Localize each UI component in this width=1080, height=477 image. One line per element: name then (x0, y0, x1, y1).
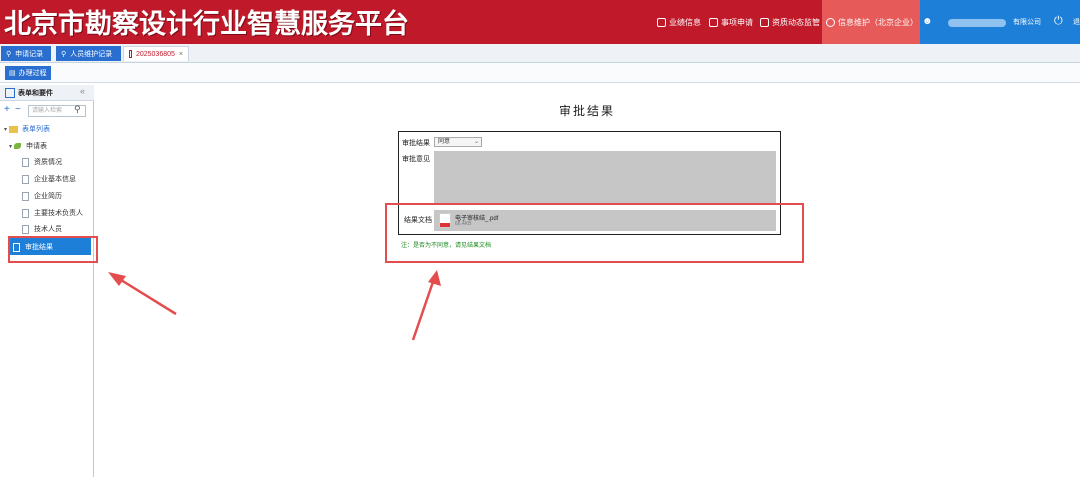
tree-item-tech-lead[interactable]: 主要技术负责人 (22, 208, 83, 218)
tree-item-label: 资质情况 (34, 159, 62, 166)
tree-item-company-history[interactable]: 企业简历 (22, 191, 62, 201)
user-icon[interactable]: ☻ (922, 16, 933, 28)
tree-item-technicians[interactable]: 技术人员 (22, 224, 62, 234)
person-search-icon: ⚲ (61, 50, 67, 58)
arrowhead-main (428, 270, 441, 286)
nav-info-maintenance[interactable]: 信息维护（北京企业） (826, 14, 918, 30)
tree-item-label: 技术人员 (34, 226, 62, 233)
tree-item-company-info[interactable]: 企业基本信息 (22, 174, 76, 184)
file-icon (22, 174, 29, 184)
list-icon (5, 88, 15, 98)
file-icon (22, 191, 29, 201)
collapse-icon[interactable]: « (80, 86, 85, 96)
close-icon[interactable]: × (179, 51, 183, 58)
result-label: 审批结果 (402, 140, 430, 147)
tree-item-qualification[interactable]: 资质情况 (22, 157, 62, 167)
nav-qualification-monitor[interactable]: 资质动态监管 (760, 14, 820, 30)
tab-apply-records[interactable]: ⚲ 申请记录 (1, 46, 51, 61)
result-select[interactable]: 同意 ⌄ (434, 137, 482, 147)
process-icon: ▤ (9, 70, 16, 77)
search-icon: ⚲ (6, 50, 12, 58)
edit-icon (709, 17, 718, 27)
sidebar-title: 表单和要件 (18, 90, 53, 97)
collapse-all-icon[interactable]: − (15, 104, 21, 115)
chevron-down-icon: ⌄ (473, 139, 479, 145)
nav-performance-label: 业绩信息 (669, 17, 701, 27)
nav-application-label: 事项申请 (721, 17, 753, 27)
tab-personnel-records-label: 人员维护记录 (70, 50, 113, 58)
caret-icon: ▾ (4, 126, 8, 133)
tree-root[interactable]: ▾ 表单列表 (4, 124, 50, 134)
tab-current-case[interactable]: 2025036805 × (123, 46, 189, 61)
opinion-textarea[interactable] (434, 151, 776, 205)
power-icon[interactable]: ⏻ (1054, 15, 1063, 28)
nav-qualification-monitor-label: 资质动态监管 (772, 17, 820, 27)
file-icon (22, 224, 29, 234)
user-name-redacted (948, 19, 1006, 27)
arrowhead-left (108, 272, 126, 286)
tab-personnel-records[interactable]: ⚲ 人员维护记录 (56, 46, 121, 61)
process-button[interactable]: ▤ 办理过程 (5, 66, 51, 80)
nav-performance[interactable]: 业绩信息 (657, 14, 701, 30)
magnifier-icon[interactable]: ⚲ (74, 104, 81, 115)
leaf-icon (14, 143, 22, 149)
monitor-icon (760, 17, 769, 27)
opinion-label: 审批意见 (402, 156, 430, 163)
eye-icon (657, 17, 666, 27)
toolbar (0, 63, 1080, 83)
caret-icon: ▾ (9, 143, 13, 150)
document-icon (129, 50, 132, 58)
tree-root-label: 表单列表 (22, 126, 51, 133)
annotation-arrow-left (112, 273, 177, 316)
process-button-label: 办理过程 (18, 70, 47, 77)
tree-item-label: 主要技术负责人 (34, 210, 83, 217)
tree-item-label: 企业简历 (34, 193, 62, 200)
user-company: 有限公司 (1013, 19, 1041, 26)
expand-all-icon[interactable]: + (4, 104, 10, 115)
tab-current-case-label: 2025036805 (135, 50, 175, 58)
tree-group-label: 申请表 (26, 143, 48, 150)
nav-info-maintenance-label: 信息维护（北京企业） (838, 17, 918, 27)
gear-icon (826, 17, 835, 27)
nav-application[interactable]: 事项申请 (709, 14, 753, 30)
tree-item-label: 企业基本信息 (34, 176, 76, 183)
tree-group[interactable]: ▾ 申请表 (9, 141, 47, 151)
file-icon (22, 208, 29, 218)
logout-label[interactable]: 退 (1073, 17, 1080, 27)
tab-apply-records-label: 申请记录 (15, 50, 44, 58)
result-select-value: 同意 (438, 139, 451, 145)
annotation-highlight-box (8, 236, 98, 263)
folder-icon (9, 125, 19, 133)
platform-brand: 北京市勘察设计行业智慧服务平台 (4, 9, 409, 40)
annotation-highlight-box (385, 203, 804, 263)
file-icon (22, 157, 29, 167)
annotation-arrow-main (411, 275, 437, 341)
page-title: 审批结果 (559, 104, 616, 118)
